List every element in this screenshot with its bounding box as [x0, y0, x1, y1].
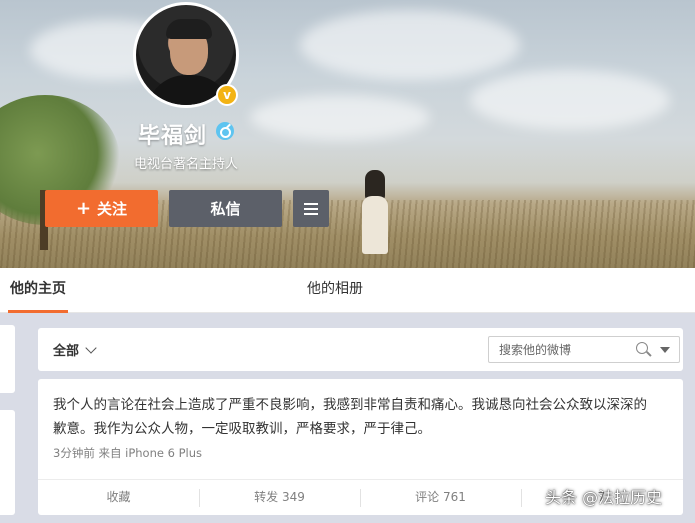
source-watermark: 头条 @法拉历史	[545, 488, 663, 507]
feed-search[interactable]	[488, 336, 680, 363]
profile-description: 电视台著名主持人	[134, 157, 239, 172]
sidebar-card	[0, 325, 15, 393]
post-text: 我个人的言论在社会上造成了严重不良影响，我感到非常自责和痛心。我诚恳向社会公众致…	[53, 397, 647, 437]
plus-icon: +	[75, 198, 92, 219]
message-label: 私信	[210, 200, 241, 218]
tab-album[interactable]: 他的相册	[307, 268, 363, 313]
message-button[interactable]: 私信	[169, 190, 282, 227]
follow-label: 关注	[97, 200, 128, 218]
filter-all-dropdown[interactable]: 全部	[53, 340, 97, 359]
verified-badge-icon: v	[216, 84, 238, 106]
profile-banner: v 毕福剑 电视台著名主持人 + 关注 私信	[0, 0, 695, 268]
male-icon	[216, 122, 235, 140]
search-icon[interactable]	[636, 342, 648, 354]
caret-down-icon[interactable]	[660, 347, 670, 353]
feed-filter-bar: 全部	[38, 328, 683, 371]
tab-home[interactable]: 他的主页	[8, 268, 68, 313]
hamburger-menu-icon	[304, 202, 318, 205]
more-menu-button[interactable]	[293, 190, 329, 227]
filter-all-label: 全部	[53, 344, 80, 359]
chevron-down-icon	[85, 342, 97, 354]
follow-button[interactable]: + 关注	[45, 190, 158, 227]
sidebar-card	[0, 410, 15, 515]
repost-button[interactable]: 转发 349	[199, 480, 360, 515]
profile-name[interactable]: 毕福剑	[138, 124, 207, 149]
profile-tabbar: 他的主页 他的相册	[0, 268, 695, 313]
profile-name-row: 毕福剑	[0, 118, 372, 150]
comment-button[interactable]: 评论 761	[360, 480, 521, 515]
search-input[interactable]	[489, 337, 631, 362]
post-meta: 3分钟前 来自 iPhone 6 Plus	[53, 446, 202, 460]
favorite-button[interactable]: 收藏	[38, 480, 199, 515]
